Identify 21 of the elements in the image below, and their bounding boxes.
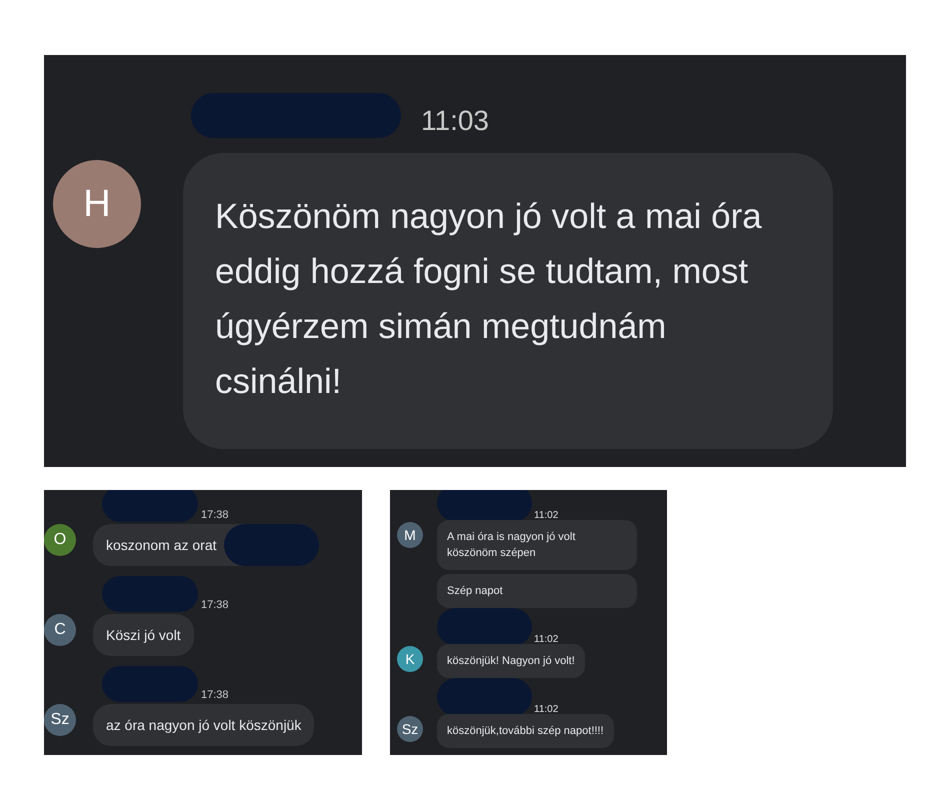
message-bubble: Szép napot: [437, 574, 637, 608]
message-time: 11:03: [421, 104, 489, 138]
message-bubble: köszönjük! Nagyon jó volt!: [437, 644, 585, 678]
message-time: 11:02: [534, 509, 558, 522]
message-time: 11:02: [534, 703, 558, 716]
message-bubble: A mai óra is nagyon jó volt köszönöm szépen: [437, 520, 637, 570]
message-bubble: az óra nagyon jó volt köszönjük: [93, 704, 314, 746]
message-time: 17:38: [201, 598, 229, 612]
avatar: C: [44, 614, 76, 646]
avatar: M: [397, 522, 423, 548]
message-bubble: köszönjük,további szép napot!!!!: [437, 714, 614, 748]
avatar: Sz: [397, 716, 423, 742]
message-bubble: Köszönöm nagyon jó volt a mai óra eddig hozzá fogni se tudtam, most úgyérzem simán megtudnám csinálni!: [183, 153, 833, 449]
message-time: 17:38: [201, 508, 229, 522]
avatar: O: [44, 524, 76, 556]
message-bubble: Köszi jó volt: [93, 614, 194, 656]
avatar: K: [397, 646, 423, 672]
message-time: 17:38: [201, 688, 229, 702]
message-time: 11:02: [534, 633, 558, 646]
avatar: H: [53, 160, 141, 248]
avatar: Sz: [44, 704, 76, 736]
